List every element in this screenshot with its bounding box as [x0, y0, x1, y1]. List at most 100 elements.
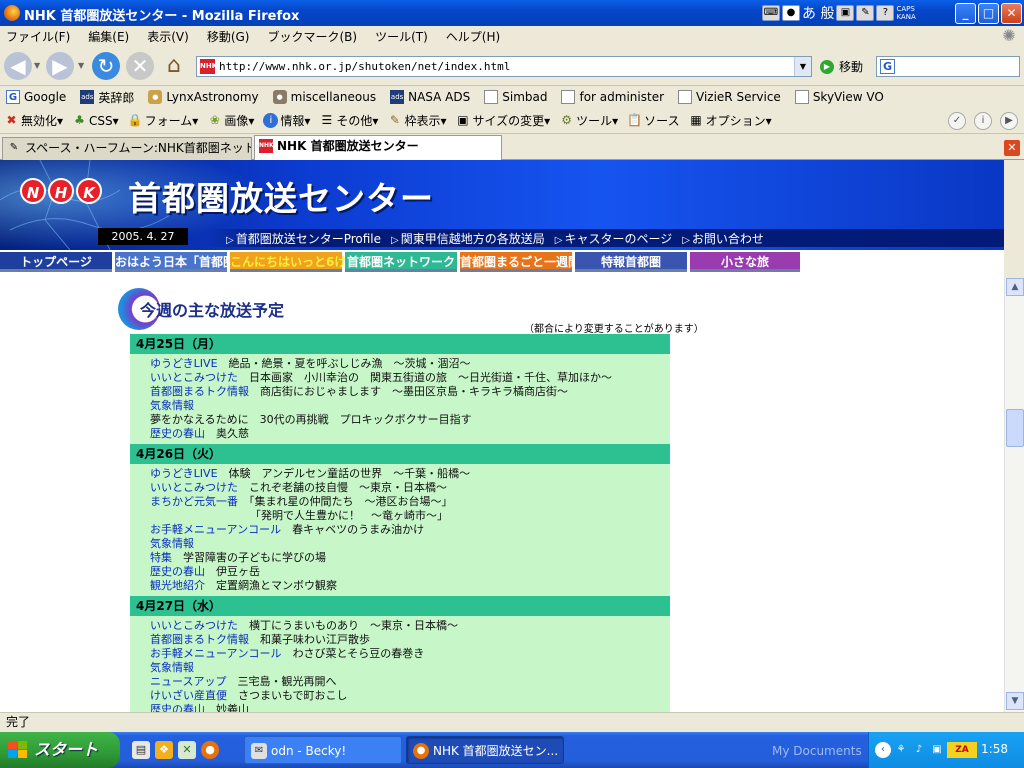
program-series-link[interactable]: 歴史の春山	[150, 565, 205, 578]
program-item[interactable]: お手軽メニューアンコール 春キャベツのうまみ油かけ	[150, 523, 670, 537]
program-item[interactable]: 歴史の春山 妙義山	[150, 703, 670, 712]
program-series-link[interactable]: 首都圏まるトク情報	[150, 385, 249, 398]
home-icon[interactable]: ⌂	[160, 52, 188, 80]
next-icon[interactable]: ▶	[1000, 112, 1018, 130]
bookmark-admin[interactable]: for administer	[561, 90, 664, 104]
url-dropdown-icon[interactable]: ▼	[794, 57, 811, 76]
monitor-icon[interactable]: ▣	[929, 742, 945, 758]
program-item[interactable]: 「発明で人生豊かに！ ～竜ヶ崎市～」	[150, 509, 670, 523]
search-input[interactable]: G	[876, 56, 1020, 77]
start-button[interactable]: スタート	[0, 732, 120, 768]
tray-expand-icon[interactable]: ‹	[875, 742, 891, 758]
program-item[interactable]: ニュースアップ 三宅島・観光再開へ	[150, 675, 670, 689]
dev-misc-menu[interactable]: ☰ その他▾	[319, 112, 379, 129]
program-item[interactable]: いいとこみつけた これぞ老舗の技自慢 ～東京・日本橋～	[150, 481, 670, 495]
nav-chiisana-tabi[interactable]: 小さな旅	[690, 252, 800, 272]
dev-outline-menu[interactable]: ✎ 枠表示▾	[387, 112, 447, 129]
minimize-button[interactable]: _	[955, 3, 976, 24]
menu-bookmarks[interactable]: ブックマーク(B)	[267, 28, 357, 45]
dev-info-menu[interactable]: i 情報▾	[263, 112, 310, 129]
forward-dropdown-icon[interactable]: ▼	[78, 61, 84, 70]
program-series-link[interactable]: けいざい産直便	[150, 689, 227, 702]
program-series-link[interactable]: 歴史の春山	[150, 703, 205, 712]
menu-go[interactable]: 移動(G)	[207, 28, 250, 45]
page-scrollbar[interactable]: ▲ ▼	[1004, 278, 1024, 712]
nhk-logo[interactable]: N H K	[20, 178, 102, 204]
program-item[interactable]: 気象情報	[150, 537, 670, 551]
go-button[interactable]: ▶ 移動	[820, 56, 863, 77]
program-series-link[interactable]: 気象情報	[150, 537, 194, 550]
nav-marugoto-week[interactable]: 首都圏まるごと一週間	[460, 252, 580, 272]
program-item[interactable]: お手軽メニューアンコール わさび菜とそら豆の春巻き	[150, 647, 670, 661]
menu-tools[interactable]: ツール(T)	[375, 28, 428, 45]
tool-icon[interactable]: ✎	[856, 5, 875, 21]
dev-source-menu[interactable]: 📋 ソース	[627, 112, 679, 129]
tool-icon[interactable]: ✕	[178, 741, 196, 759]
window-title-bar[interactable]: NHK 首都圏放送センター - Mozilla Firefox ⌨ ● あ 般 …	[0, 0, 1024, 26]
help-icon[interactable]: ?	[876, 5, 895, 21]
dev-options-menu[interactable]: ▦ オプション▾	[689, 112, 771, 129]
program-series-link[interactable]: いいとこみつけた	[150, 619, 238, 632]
forward-icon[interactable]: ▶	[46, 52, 74, 80]
bookmark-skyview[interactable]: SkyView VO	[794, 90, 884, 104]
bookmark-simbad[interactable]: Simbad	[484, 90, 547, 104]
back-dropdown-icon[interactable]: ▼	[34, 61, 40, 70]
scroll-up-icon[interactable]: ▲	[1006, 278, 1024, 296]
program-series-link[interactable]: 気象情報	[150, 661, 194, 674]
program-series-link[interactable]: 気象情報	[150, 399, 194, 412]
nav-shutoken-network[interactable]: 首都圏ネットワーク	[345, 252, 457, 272]
program-item[interactable]: 首都圏まるトク情報 和菓子味わい江戸散歩	[150, 633, 670, 647]
program-series-link[interactable]: 首都圏まるトク情報	[150, 633, 249, 646]
my-documents-toolbar[interactable]: My Documents	[772, 744, 862, 758]
close-tab-icon[interactable]: ✕	[1004, 140, 1020, 156]
program-item[interactable]: けいざい産直便 さつまいもで町おこし	[150, 689, 670, 703]
dev-forms-menu[interactable]: 🔒 フォーム▾	[128, 112, 199, 129]
link-contact[interactable]: お問い合わせ	[682, 230, 764, 247]
program-series-link[interactable]: ニュースアップ	[150, 675, 226, 688]
menu-help[interactable]: ヘルプ(H)	[446, 28, 500, 45]
keyboard-icon[interactable]: ⌨	[762, 5, 780, 21]
task-becky[interactable]: ✉ odn - Becky!	[244, 736, 402, 764]
program-series-link[interactable]: 観光地紹介	[150, 579, 205, 592]
program-item[interactable]: 気象情報	[150, 661, 670, 675]
maximize-button[interactable]: □	[978, 3, 999, 24]
program-item[interactable]: 観光地紹介 定置網漁とマンボウ観察	[150, 579, 670, 593]
program-item[interactable]: まちかど元気一番 「集まれ星の仲間たち ～港区お台場～」	[150, 495, 670, 509]
program-series-link[interactable]: いいとこみつけた	[150, 481, 238, 494]
program-series-link[interactable]: いいとこみつけた	[150, 371, 238, 384]
ime-icon[interactable]: ●	[782, 5, 800, 21]
volume-icon[interactable]: ♪	[911, 742, 927, 758]
desktop-icon[interactable]: ▤	[132, 741, 150, 759]
validate-icon[interactable]: ✓	[948, 112, 966, 130]
firefox-icon[interactable]: ●	[201, 741, 219, 759]
bookmark-vizier[interactable]: VizieR Service	[678, 90, 781, 104]
nav-ohayo-nippon[interactable]: おはよう日本「首都圏」	[115, 252, 247, 272]
link-profile[interactable]: 首都圏放送センターProfile	[226, 230, 381, 247]
program-item[interactable]: 気象情報	[150, 399, 670, 413]
program-series-link[interactable]: まちかど元気一番	[150, 495, 238, 508]
program-item[interactable]: 首都圏まるトク情報 商店街におじゃまします ～墨田区京島・キラキラ橘商店街～	[150, 385, 670, 399]
google-search-icon[interactable]: G	[880, 59, 895, 74]
program-item[interactable]: いいとこみつけた 日本画家 小川幸治の 関東五街道の旅 ～日光街道・千住、草加ほ…	[150, 371, 670, 385]
program-series-link[interactable]: 歴史の春山	[150, 427, 205, 440]
windows-icon[interactable]: ❖	[155, 741, 173, 759]
menu-file[interactable]: ファイル(F)	[6, 28, 70, 45]
dev-resize-menu[interactable]: ▣ サイズの変更▾	[455, 112, 550, 129]
reload-icon[interactable]: ↻	[92, 52, 120, 80]
zonealarm-icon[interactable]: ZA	[947, 742, 977, 758]
ime-mode-label[interactable]: あ 般	[802, 3, 834, 23]
program-item[interactable]: 特集 学習障害の子どもに学びの場	[150, 551, 670, 565]
program-item[interactable]: ゆうどきLIVE 絶品・絶景・夏を呼ぶしじみ漁 ～茨城・涸沼～	[150, 357, 670, 371]
tab-space-halfmoon[interactable]: ✎ スペース・ハーフムーン:NHK首都圏ネット	[2, 137, 252, 160]
scroll-thumb[interactable]	[1006, 409, 1024, 447]
nav-tokuho[interactable]: 特報首都圏	[575, 252, 687, 272]
program-series-link[interactable]: お手軽メニューアンコール	[150, 647, 282, 660]
program-item[interactable]: いいとこみつけた 横丁にうまいものあり ～東京・日本橋～	[150, 619, 670, 633]
bookmark-nasa-ads[interactable]: ads NASA ADS	[390, 90, 470, 104]
stop-icon[interactable]: ✕	[126, 52, 154, 80]
bookmark-google[interactable]: G Google	[6, 90, 66, 104]
program-series-link[interactable]: 特集	[150, 551, 172, 564]
dictionary-icon[interactable]: ▣	[836, 5, 855, 21]
link-regional-stations[interactable]: 関東甲信越地方の各放送局	[391, 230, 545, 247]
program-item[interactable]: 歴史の春山 伊豆ヶ岳	[150, 565, 670, 579]
